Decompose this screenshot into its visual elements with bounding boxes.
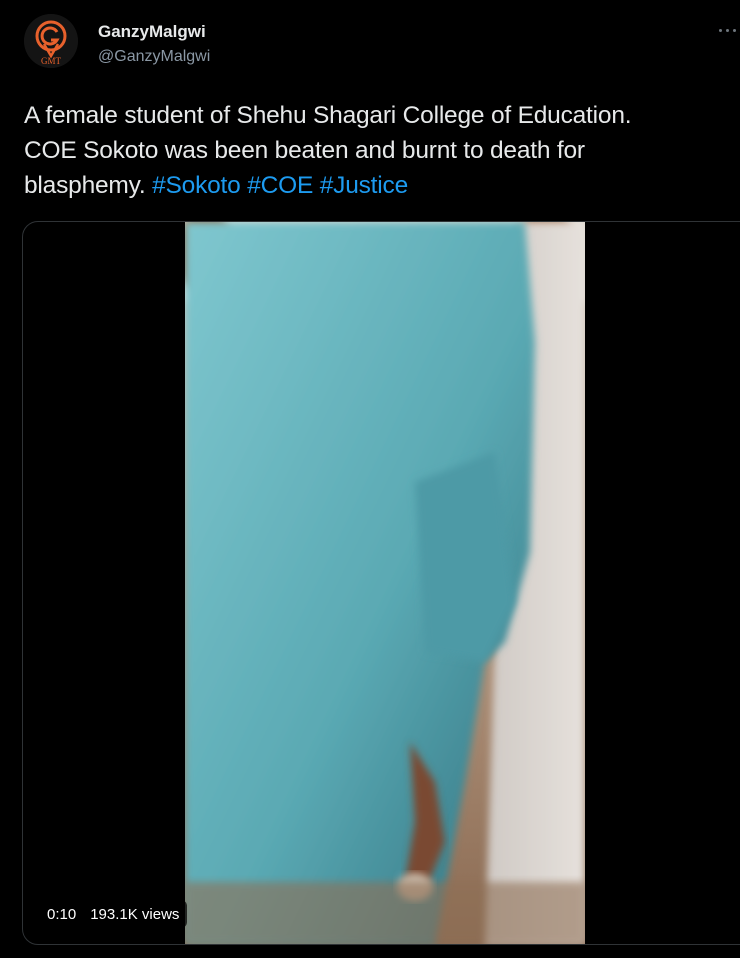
video-thumbnail [185,222,585,944]
tweet-card: GMT GanzyMalgwi @GanzyMalgwi A female st… [0,0,740,958]
tweet-text-line-3: blasphemy. #Sokoto #COE #Justice [24,168,740,203]
avatar-wordmark: GMT [41,56,62,66]
tweet-text-line-2: COE Sokoto was been beaten and burnt to … [24,137,585,164]
video-frame[interactable] [185,222,585,944]
author-handle[interactable]: @GanzyMalgwi [98,48,210,66]
avatar[interactable]: GMT [24,14,78,68]
hashtag-sokoto[interactable]: #Sokoto [152,172,241,199]
avatar-logo-icon: GMT [24,14,78,68]
video-player[interactable]: 0:10 193.1K views [22,221,740,945]
tweet-text-line-3-plain: blasphemy. [24,172,153,199]
author-display-name[interactable]: GanzyMalgwi [98,22,206,42]
video-duration: 0:10 [47,905,77,923]
hashtag-justice[interactable]: #Justice [320,172,408,199]
tweet-text: A female student of Shehu Shagari Colleg… [24,98,740,203]
hashtag-coe[interactable]: #COE [247,172,313,199]
video-meta-badge: 0:10 193.1K views [39,900,188,928]
video-views: 193.1K views [90,905,180,923]
more-options-icon[interactable] [716,22,740,38]
tweet-text-line-1: A female student of Shehu Shagari Colleg… [24,102,632,129]
